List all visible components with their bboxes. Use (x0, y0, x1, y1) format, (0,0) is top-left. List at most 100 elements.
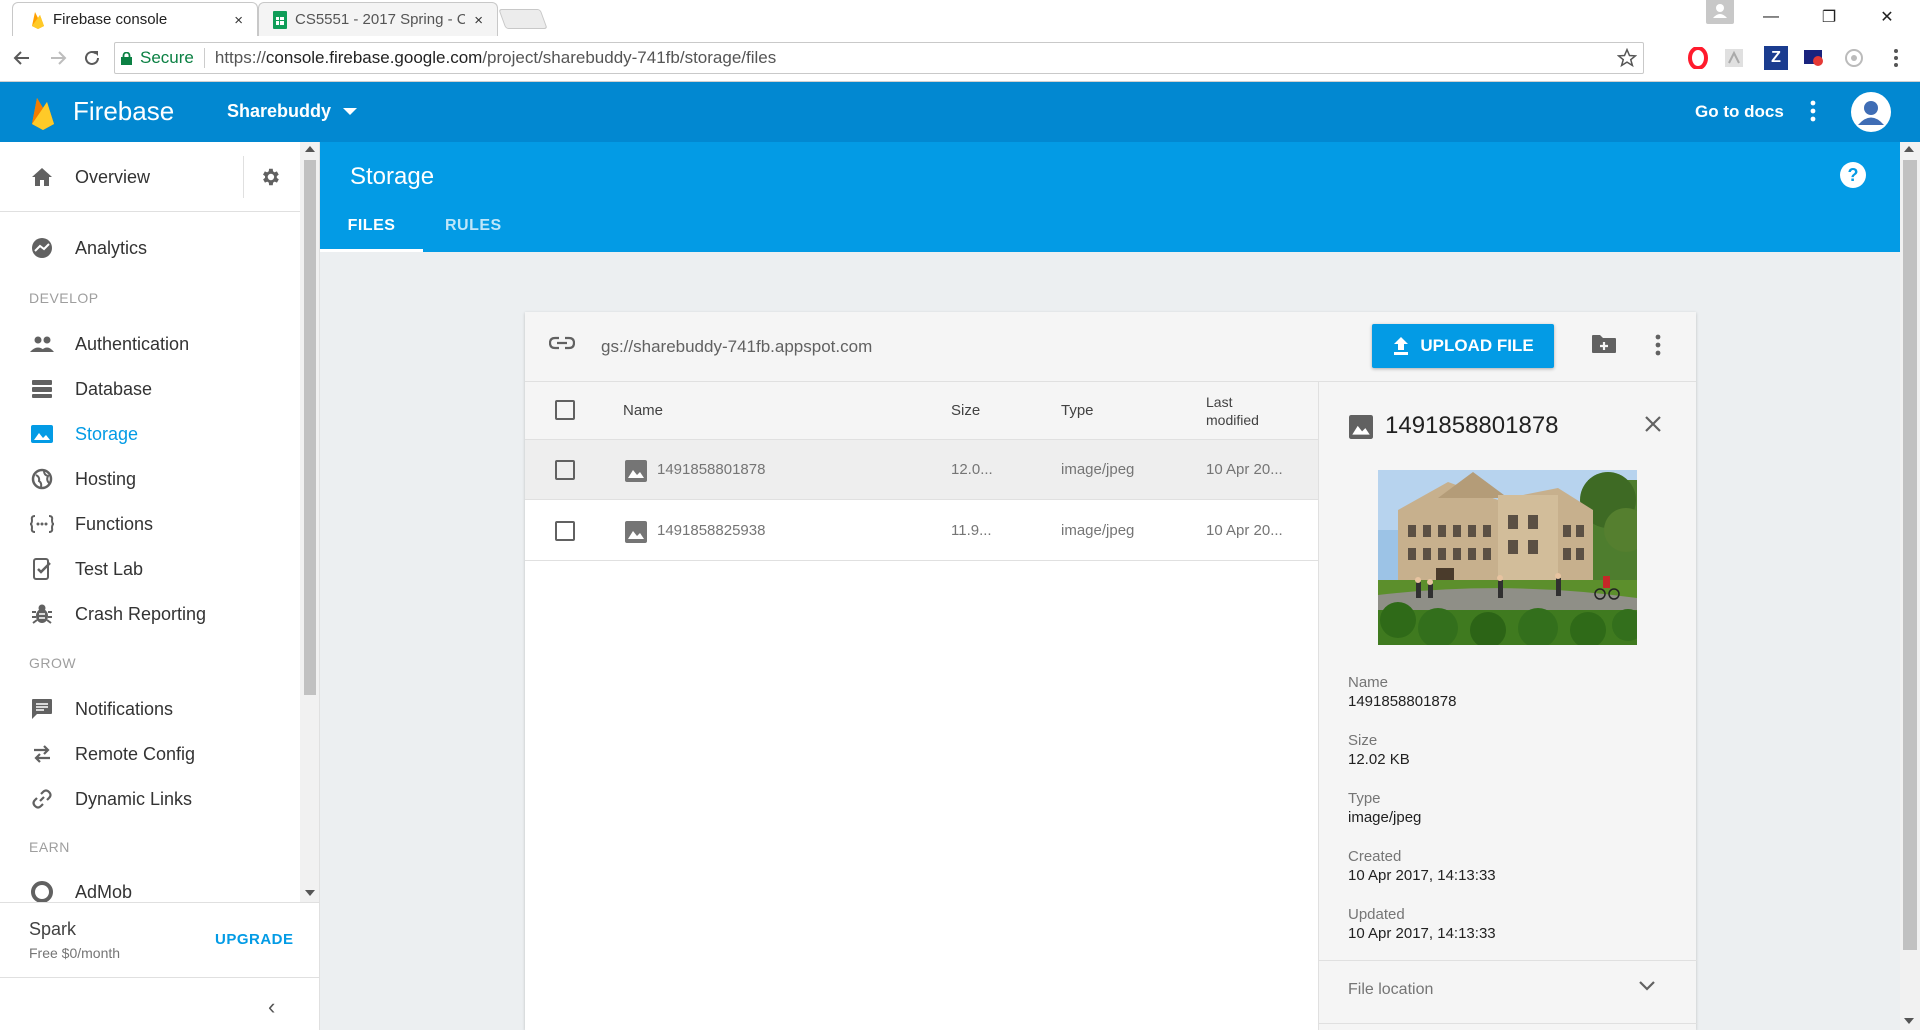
section-earn: EARN (29, 839, 70, 855)
bookmark-star-icon[interactable] (1617, 48, 1637, 68)
detail-updated-label: Updated (1348, 906, 1405, 923)
column-type[interactable]: Type (1061, 402, 1094, 419)
collapse-sidebar-chevron-left-icon[interactable]: ‹ (268, 994, 275, 1020)
file-location-expander[interactable]: File location (1319, 960, 1697, 1024)
help-icon[interactable]: ? (1840, 162, 1866, 188)
table-row[interactable]: 1491858801878 12.0... image/jpeg 10 Apr … (525, 440, 1318, 500)
url-divider (203, 48, 205, 68)
row-checkbox[interactable] (555, 521, 575, 541)
sidebar-item-dynamic-links[interactable]: Dynamic Links (0, 779, 300, 819)
sidebar-item-label: Database (75, 378, 153, 399)
restore-button[interactable]: ❐ (1806, 0, 1852, 34)
tab-rules[interactable]: RULES (445, 212, 502, 252)
sidebar-item-storage[interactable]: Storage (0, 414, 300, 454)
tab-close-icon[interactable]: × (474, 12, 483, 29)
main-scrollbar-thumb[interactable] (1903, 160, 1917, 950)
analytics-icon (29, 235, 55, 261)
sidebar-item-remote-config[interactable]: Remote Config (0, 734, 300, 774)
browser-tab-sheets[interactable]: CS5551 - 2017 Spring - C × (258, 2, 498, 36)
sidebar-item-authentication[interactable]: Authentication (0, 324, 300, 364)
firebase-brand[interactable]: Firebase (73, 96, 174, 127)
image-file-icon (625, 521, 647, 543)
more-vert-icon[interactable] (1810, 100, 1816, 122)
sidebar-item-label: Hosting (75, 468, 137, 489)
close-window-button[interactable]: ✕ (1864, 0, 1910, 34)
browser-tab-strip: Firebase console × CS5551 - 2017 Spring … (0, 0, 1920, 36)
sidebar-item-label: Dynamic Links (75, 788, 193, 809)
sidebar-item-label: Functions (75, 513, 154, 534)
sidebar-item-label: Storage (75, 423, 139, 444)
sidebar-item-analytics[interactable]: Analytics (0, 228, 300, 268)
account-avatar[interactable] (1851, 92, 1891, 132)
sidebar-item-database[interactable]: Database (0, 369, 300, 409)
sidebar-scrollbar-thumb[interactable] (304, 160, 316, 695)
firebase-logo-icon[interactable] (30, 96, 56, 130)
column-last-modified[interactable]: Last modified (1206, 393, 1259, 429)
table-header: Name Size Type Last modified (525, 382, 1318, 440)
reload-button[interactable] (78, 44, 106, 72)
main-scrollbar[interactable] (1900, 142, 1920, 1030)
sheets-favicon-icon (273, 10, 287, 29)
sidebar-item-admob[interactable]: AdMob (0, 872, 300, 902)
forward-button[interactable] (44, 44, 72, 72)
tab-files[interactable]: FILES (320, 212, 423, 252)
sidebar-item-hosting[interactable]: Hosting (0, 459, 300, 499)
select-all-checkbox[interactable] (555, 400, 575, 420)
detail-size-value: 12.02 KB (1348, 751, 1410, 768)
extension-icon[interactable] (1842, 46, 1866, 70)
row-checkbox[interactable] (555, 460, 575, 480)
file-name[interactable]: 1491858825938 (657, 522, 765, 539)
minimize-button[interactable]: — (1748, 0, 1794, 34)
file-name[interactable]: 1491858801878 (657, 461, 765, 478)
sidebar-item-test-lab[interactable]: Test Lab (0, 549, 300, 589)
sidebar-item-functions[interactable]: Functions (0, 504, 300, 544)
admob-icon (29, 879, 55, 902)
link-icon[interactable] (549, 336, 575, 350)
sidebar: Overview Analytics DEVELOP Authenticatio… (0, 142, 320, 1030)
sidebar-item-overview[interactable]: Overview (0, 157, 300, 197)
sidebar-scrollbar[interactable] (300, 142, 319, 902)
go-to-docs-link[interactable]: Go to docs (1695, 102, 1784, 122)
tab-close-icon[interactable]: × (234, 12, 243, 29)
secure-label: Secure (140, 48, 194, 67)
page-title: Storage (350, 163, 435, 190)
upload-file-button[interactable]: UPLOAD FILE (1372, 324, 1554, 368)
back-button[interactable] (8, 44, 36, 72)
scroll-up-arrow-icon[interactable] (1904, 146, 1914, 152)
opera-extension-icon[interactable] (1686, 46, 1710, 70)
more-vert-icon[interactable] (1655, 334, 1661, 356)
column-size[interactable]: Size (951, 402, 980, 419)
column-name[interactable]: Name (623, 402, 663, 419)
secure-indicator[interactable]: Secure (121, 48, 194, 68)
image-preview[interactable] (1378, 470, 1637, 645)
section-develop: DEVELOP (29, 290, 99, 306)
scroll-down-arrow-icon[interactable] (305, 890, 315, 896)
sidebar-item-crash-reporting[interactable]: Crash Reporting (0, 594, 300, 634)
url-prefix: https:// (214, 48, 266, 67)
sidebar-nav: Overview Analytics DEVELOP Authenticatio… (0, 142, 300, 902)
cast-extension-icon[interactable] (1802, 46, 1826, 70)
bucket-url[interactable]: gs://sharebuddy-741fb.appspot.com (601, 337, 872, 357)
sidebar-item-label: Overview (75, 166, 151, 187)
chrome-menu-icon[interactable] (1884, 46, 1908, 70)
remote-config-icon (29, 741, 55, 767)
table-row[interactable]: 1491858825938 11.9... image/jpeg 10 Apr … (525, 501, 1318, 561)
profile-icon[interactable] (1706, 0, 1734, 24)
sidebar-item-notifications[interactable]: Notifications (0, 689, 300, 729)
close-icon[interactable] (1644, 415, 1662, 433)
url-domain: console.firebase.google.com (265, 48, 483, 67)
scroll-down-arrow-icon[interactable] (1904, 1018, 1914, 1024)
create-folder-icon[interactable] (1591, 334, 1617, 354)
project-selector[interactable]: Sharebuddy (227, 101, 358, 122)
upgrade-button[interactable]: UPGRADE (215, 931, 294, 948)
plan-name: Spark (29, 919, 77, 939)
browser-tab-firebase-console[interactable]: Firebase console × (12, 2, 258, 36)
column-last-modified-line2: modified (1206, 412, 1259, 428)
zotero-extension-icon[interactable]: Z (1764, 46, 1788, 70)
settings-gear-icon[interactable] (259, 166, 281, 188)
message-icon (29, 696, 55, 722)
new-tab-button[interactable] (498, 9, 548, 29)
omnibox[interactable]: Secure https://console.firebase.google.c… (114, 42, 1644, 74)
scroll-up-arrow-icon[interactable] (305, 146, 315, 152)
pdf-extension-icon[interactable] (1722, 46, 1746, 70)
